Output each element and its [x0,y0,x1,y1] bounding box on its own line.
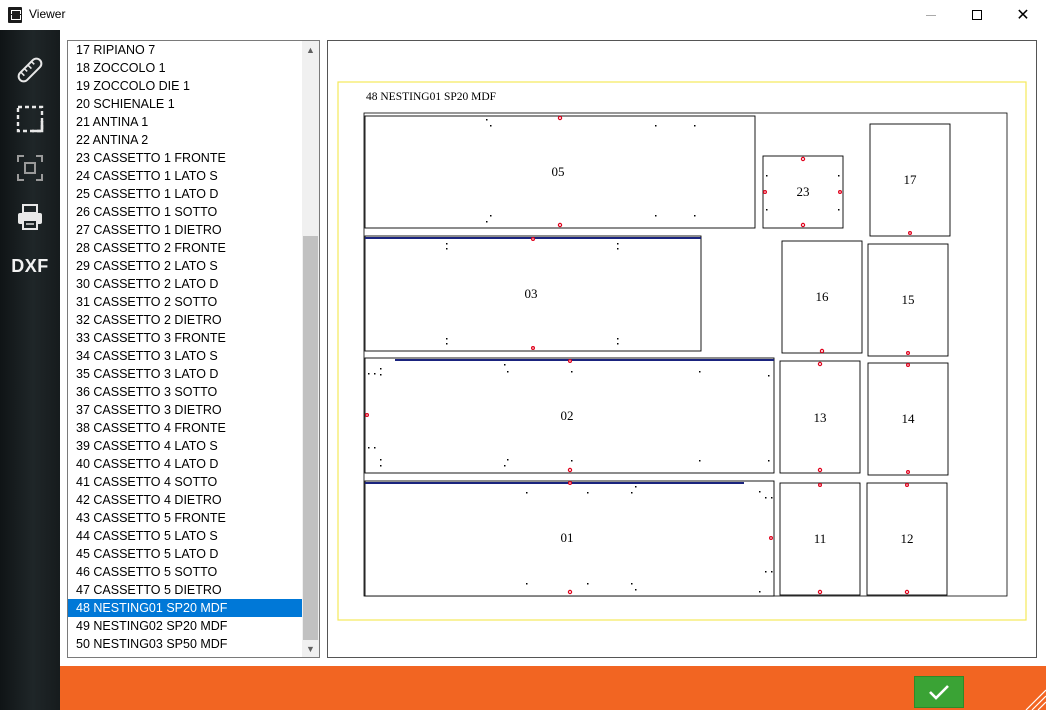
part-label: 23 [797,184,810,199]
list-item[interactable]: 18 ZOCCOLO 1 [68,59,302,77]
list-item[interactable]: 31 CASSETTO 2 SOTTO [68,293,302,311]
part-17[interactable]: 17 [869,123,951,237]
chevron-down-icon: ▼ [306,643,315,654]
part-14[interactable]: 14 [867,362,949,476]
app-icon [8,7,22,23]
tool-sidebar: DXF [0,30,60,710]
part-list[interactable]: 17 RIPIANO 7 18 ZOCCOLO 1 19 ZOCCOLO DIE 1… [67,40,320,658]
list-item[interactable]: 36 CASSETTO 3 SOTTO [68,383,302,401]
list-item[interactable]: 21 ANTINA 1 [68,113,302,131]
confirm-button[interactable] [914,676,964,708]
nesting-drawing: 48 NESTING01 SP20 MDF 05 23 17 03 16 15 … [337,81,1027,621]
part-label: 05 [552,164,565,179]
part-23[interactable]: 23 [762,155,844,229]
part-16[interactable]: 16 [781,240,863,354]
list-item[interactable]: 45 CASSETTO 5 LATO D [68,545,302,563]
list-scrollbar[interactable]: ▲ ▼ [302,41,319,657]
list-item[interactable]: 23 CASSETTO 1 FRONTE [68,149,302,167]
list-item[interactable]: 20 SCHIENALE 1 [68,95,302,113]
part-label: 11 [814,531,827,546]
maximize-icon [972,10,982,20]
part-label: 03 [525,286,538,301]
part-label: 12 [901,531,914,546]
part-02[interactable]: 02 [364,357,775,474]
ruler-icon [17,57,43,83]
close-button[interactable]: ✕ [1000,0,1046,30]
part-11[interactable]: 11 [779,482,861,596]
window-title: Viewer [29,7,66,21]
part-label: 17 [904,172,918,187]
part-label: 15 [902,292,915,307]
list-item[interactable]: 32 CASSETTO 2 DIETRO [68,311,302,329]
list-item[interactable]: 34 CASSETTO 3 LATO S [68,347,302,365]
scroll-thumb[interactable] [303,236,318,640]
part-13[interactable]: 13 [779,360,861,474]
print-tool-button[interactable] [10,199,50,235]
list-item[interactable]: 35 CASSETTO 3 LATO D [68,365,302,383]
list-item[interactable]: 28 CASSETTO 2 FRONTE [68,239,302,257]
nesting-viewer[interactable]: 48 NESTING01 SP20 MDF 05 23 17 03 16 15 … [327,40,1037,658]
list-item[interactable]: 44 CASSETTO 5 LATO S [68,527,302,545]
part-15[interactable]: 15 [867,243,949,357]
title-bar: Viewer ✕ [0,0,1046,30]
list-item[interactable]: 41 CASSETTO 4 SOTTO [68,473,302,491]
list-item[interactable]: 46 CASSETTO 5 SOTTO [68,563,302,581]
list-item[interactable]: 37 CASSETTO 3 DIETRO [68,401,302,419]
printer-icon [18,204,42,230]
list-item[interactable]: 22 ANTINA 2 [68,131,302,149]
checkmark-icon [929,685,949,700]
list-item[interactable]: 30 CASSETTO 2 LATO D [68,275,302,293]
list-item[interactable]: 25 CASSETTO 1 LATO D [68,185,302,203]
list-item[interactable]: 17 RIPIANO 7 [68,41,302,59]
select-tool-button[interactable] [10,101,50,137]
list-item[interactable]: 47 CASSETTO 5 DIETRO [68,581,302,599]
list-item[interactable]: 26 CASSETTO 1 SOTTO [68,203,302,221]
minimize-button[interactable] [908,0,954,30]
action-bar [60,666,1046,710]
part-05[interactable]: 05 [364,115,756,229]
close-icon: ✕ [1016,7,1030,24]
list-item[interactable]: 38 CASSETTO 4 FRONTE [68,419,302,437]
list-item[interactable]: 19 ZOCCOLO DIE 1 [68,77,302,95]
scroll-down-button[interactable]: ▼ [302,640,319,657]
list-item[interactable]: 29 CASSETTO 2 LATO S [68,257,302,275]
part-label: 14 [902,411,916,426]
list-item[interactable]: 43 CASSETTO 5 FRONTE [68,509,302,527]
list-item[interactable]: 50 NESTING03 SP50 MDF [68,635,302,653]
list-item[interactable]: 27 CASSETTO 1 DIETRO [68,221,302,239]
part-label: 02 [561,408,574,423]
list-item[interactable]: 42 CASSETTO 4 DIETRO [68,491,302,509]
list-item[interactable]: 49 NESTING02 SP20 MDF [68,617,302,635]
part-label: 13 [814,410,827,425]
minimize-icon [926,14,936,16]
part-01[interactable]: 01 [364,480,775,597]
list-item[interactable]: 40 CASSETTO 4 LATO D [68,455,302,473]
part-label: 16 [816,289,830,304]
part-label: 01 [561,530,574,545]
part-03[interactable]: 03 [364,235,702,352]
part-12[interactable]: 12 [866,482,948,596]
resize-grip-icon[interactable] [1022,686,1046,710]
selection-box-icon [16,105,44,133]
list-item[interactable]: 48 NESTING01 SP20 MDF [68,599,302,617]
part-list-items: 17 RIPIANO 7 18 ZOCCOLO 1 19 ZOCCOLO DIE 1… [68,41,302,653]
list-item[interactable]: 39 CASSETTO 4 LATO S [68,437,302,455]
sheet-title: 48 NESTING01 SP20 MDF [366,91,496,103]
list-item[interactable]: 33 CASSETTO 3 FRONTE [68,329,302,347]
measure-tool-button[interactable] [10,52,50,88]
scroll-up-button[interactable]: ▲ [302,41,319,58]
dxf-export-button[interactable]: DXF [10,248,50,284]
fit-view-tool-button[interactable] [10,150,50,186]
chevron-up-icon: ▲ [306,44,315,55]
maximize-button[interactable] [954,0,1000,30]
list-item[interactable]: 24 CASSETTO 1 LATO S [68,167,302,185]
fit-view-icon [17,155,43,181]
